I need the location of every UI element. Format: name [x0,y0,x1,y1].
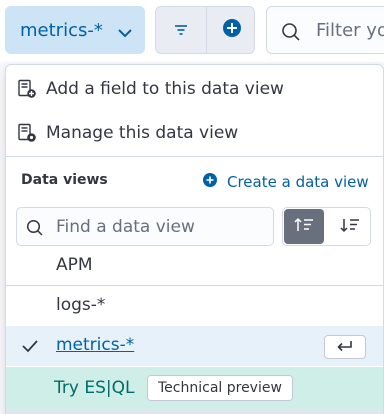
try-esql-label: Try ES|QL [54,378,135,398]
top-toolbar: metrics-* Filter yo [0,0,384,62]
data-views-heading: Data views [21,172,108,188]
technical-preview-badge: Technical preview [147,375,293,401]
create-data-view-label: Create a data view [227,173,369,191]
menu-divider [6,156,383,157]
sort-descending-button[interactable] [328,208,370,245]
data-view-option-label: metrics-* [56,335,135,355]
search-icon [26,219,44,241]
data-view-picker-label: metrics-* [20,19,103,41]
popover-bottom-strip [6,409,383,414]
plus-circle-icon [222,18,242,42]
add-filter-button[interactable] [207,7,257,53]
sort-ascending-icon [294,217,314,237]
data-view-option-metrics[interactable]: metrics-* [6,326,383,366]
add-field-label: Add a field to this data view [46,79,284,99]
data-view-option-label: APM [56,255,93,275]
chevron-down-icon [117,23,133,44]
find-data-view-placeholder: Find a data view [56,217,195,237]
data-view-option-label: logs-* [56,295,106,315]
manage-data-view-menu-item[interactable]: Manage this data view [6,111,383,155]
try-esql-button[interactable]: Try ES|QL Technical preview [6,367,383,409]
query-search-input[interactable]: Filter yo [266,6,384,54]
create-data-view-link[interactable]: Create a data view [202,172,369,192]
plus-circle-icon [202,172,218,192]
filter-menu-icon [174,21,188,40]
query-placeholder: Filter yo [316,20,384,41]
enter-key-icon [336,338,354,357]
enter-key-badge [324,335,366,359]
data-view-popover: Add a field to this data view Manage thi… [5,64,384,414]
sort-descending-icon [340,217,360,237]
data-view-picker-button[interactable]: metrics-* [5,6,145,54]
search-icon [281,22,301,46]
filter-button-group [155,6,255,54]
manage-data-view-label: Manage this data view [46,123,239,143]
find-data-view-input[interactable]: Find a data view [16,207,274,246]
add-field-menu-item[interactable]: Add a field to this data view [6,67,383,111]
check-icon [22,338,38,357]
sort-ascending-button[interactable] [284,209,324,244]
data-view-option-logs[interactable]: logs-* [6,286,383,326]
filter-menu-button[interactable] [156,7,206,53]
sort-button-group [282,207,371,246]
add-field-icon [17,79,37,103]
data-view-option-apm[interactable]: APM [6,246,383,286]
manage-data-view-icon [17,123,37,147]
